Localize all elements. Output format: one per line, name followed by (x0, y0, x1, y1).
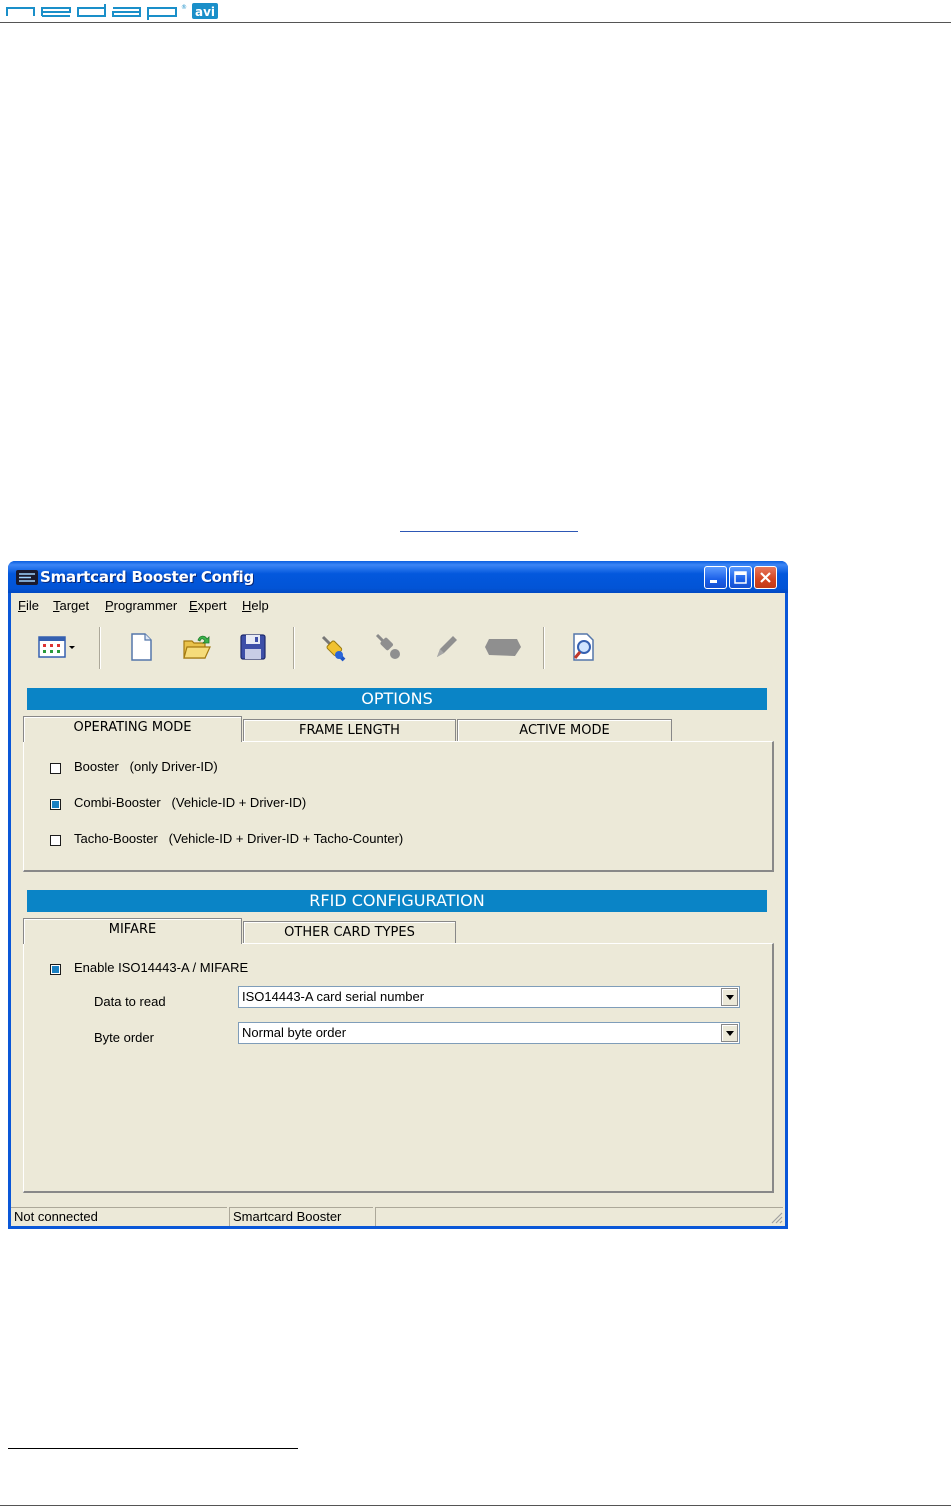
hyperlink-underline[interactable] (400, 531, 578, 532)
tab-mifare[interactable]: MIFARE (23, 918, 242, 944)
toolbar-separator (293, 627, 295, 669)
footer-rule (0, 1505, 951, 1506)
menu-programmer-rest: rogrammer (113, 598, 178, 613)
minimize-button[interactable] (704, 566, 727, 589)
window-title: Smartcard Booster Config (40, 568, 255, 586)
menu-help-accel: H (242, 598, 252, 613)
tab-active-mode[interactable]: ACTIVE MODE (457, 719, 672, 743)
mifare-panel: Enable ISO14443-A / MIFARE Data to read … (23, 943, 774, 1193)
maximize-button[interactable] (729, 566, 752, 589)
maximize-icon (734, 571, 747, 584)
app-icon (16, 570, 38, 585)
byte-order-label: Byte order (94, 1030, 154, 1045)
connect-plug-icon[interactable] (317, 631, 349, 663)
menu-expert-rest: xpert (197, 598, 227, 613)
close-icon (760, 572, 771, 583)
menu-expert-accel: E (189, 598, 198, 613)
menu-bar: File Target Programmer Expert Help (11, 593, 785, 615)
svg-text:®: ® (181, 4, 187, 11)
new-file-icon[interactable] (125, 631, 157, 663)
status-device: Smartcard Booster (229, 1207, 373, 1226)
menu-file-accel: F (18, 598, 26, 613)
menu-expert[interactable]: Expert (189, 598, 227, 613)
page-header: ® avi (0, 0, 951, 24)
app-window: Smartcard Booster Config File Target Pro… (8, 561, 788, 1229)
status-connection: Not connected (11, 1207, 227, 1226)
menu-programmer-accel: P (105, 598, 114, 613)
tacho-booster-checkbox[interactable] (50, 835, 61, 846)
open-folder-icon[interactable] (181, 631, 213, 663)
minimize-icon (710, 580, 717, 583)
tab-operating-mode[interactable]: OPERATING MODE (23, 716, 242, 742)
footnote-rule (8, 1448, 298, 1449)
enable-mifare-label: Enable ISO14443-A / MIFARE (74, 960, 249, 975)
resize-grip-icon[interactable] (771, 1212, 783, 1224)
options-header: OPTIONS (27, 688, 767, 710)
preview-magnifier-icon[interactable] (567, 631, 599, 663)
menu-programmer[interactable]: Programmer (105, 598, 177, 613)
menu-file-rest: ile (25, 598, 39, 613)
menu-help[interactable]: Help (242, 598, 269, 613)
disconnect-plug-icon[interactable] (373, 631, 405, 663)
status-extra (375, 1207, 783, 1226)
nedap-avi-logo: ® avi (6, 3, 218, 20)
tab-other-card-types[interactable]: OTHER CARD TYPES (243, 921, 456, 945)
toolbar-separator (543, 627, 545, 669)
card-icon[interactable] (481, 631, 525, 663)
chevron-down-icon[interactable] (721, 1024, 738, 1042)
combi-booster-checkbox[interactable] (50, 799, 61, 810)
enable-mifare-checkbox[interactable] (50, 964, 61, 975)
view-menu-icon[interactable] (37, 631, 79, 663)
write-pen-icon[interactable] (429, 631, 461, 663)
tacho-booster-label: Tacho-Booster (Vehicle-ID + Driver-ID + … (74, 831, 404, 846)
title-bar[interactable]: Smartcard Booster Config (8, 561, 788, 593)
menu-target[interactable]: Target (53, 598, 89, 613)
header-rule (0, 22, 951, 23)
toolbar (11, 617, 785, 679)
operating-mode-panel: Booster (only Driver-ID) Combi-Booster (… (23, 741, 774, 872)
tab-frame-length[interactable]: FRAME LENGTH (243, 719, 456, 743)
status-bar: Not connected Smartcard Booster (11, 1205, 785, 1226)
menu-target-rest: arget (59, 598, 90, 613)
combi-booster-label: Combi-Booster (Vehicle-ID + Driver-ID) (74, 795, 307, 810)
byte-order-value: Normal byte order (242, 1025, 347, 1040)
data-to-read-select[interactable]: ISO14443-A card serial number (238, 986, 740, 1008)
rfid-header: RFID CONFIGURATION (27, 890, 767, 912)
booster-label: Booster (only Driver-ID) (74, 759, 218, 774)
data-to-read-value: ISO14443-A card serial number (242, 989, 425, 1004)
save-disk-icon[interactable] (237, 631, 269, 663)
booster-checkbox[interactable] (50, 763, 61, 774)
menu-file[interactable]: File (18, 598, 39, 613)
byte-order-select[interactable]: Normal byte order (238, 1022, 740, 1044)
data-to-read-label: Data to read (94, 994, 166, 1009)
toolbar-separator (99, 627, 101, 669)
menu-help-rest: elp (251, 598, 269, 613)
chevron-down-icon[interactable] (721, 988, 738, 1006)
logo-badge-text: avi (195, 5, 215, 19)
close-button[interactable] (754, 566, 777, 589)
window-client: File Target Programmer Expert Help OPTIO… (11, 593, 785, 1226)
